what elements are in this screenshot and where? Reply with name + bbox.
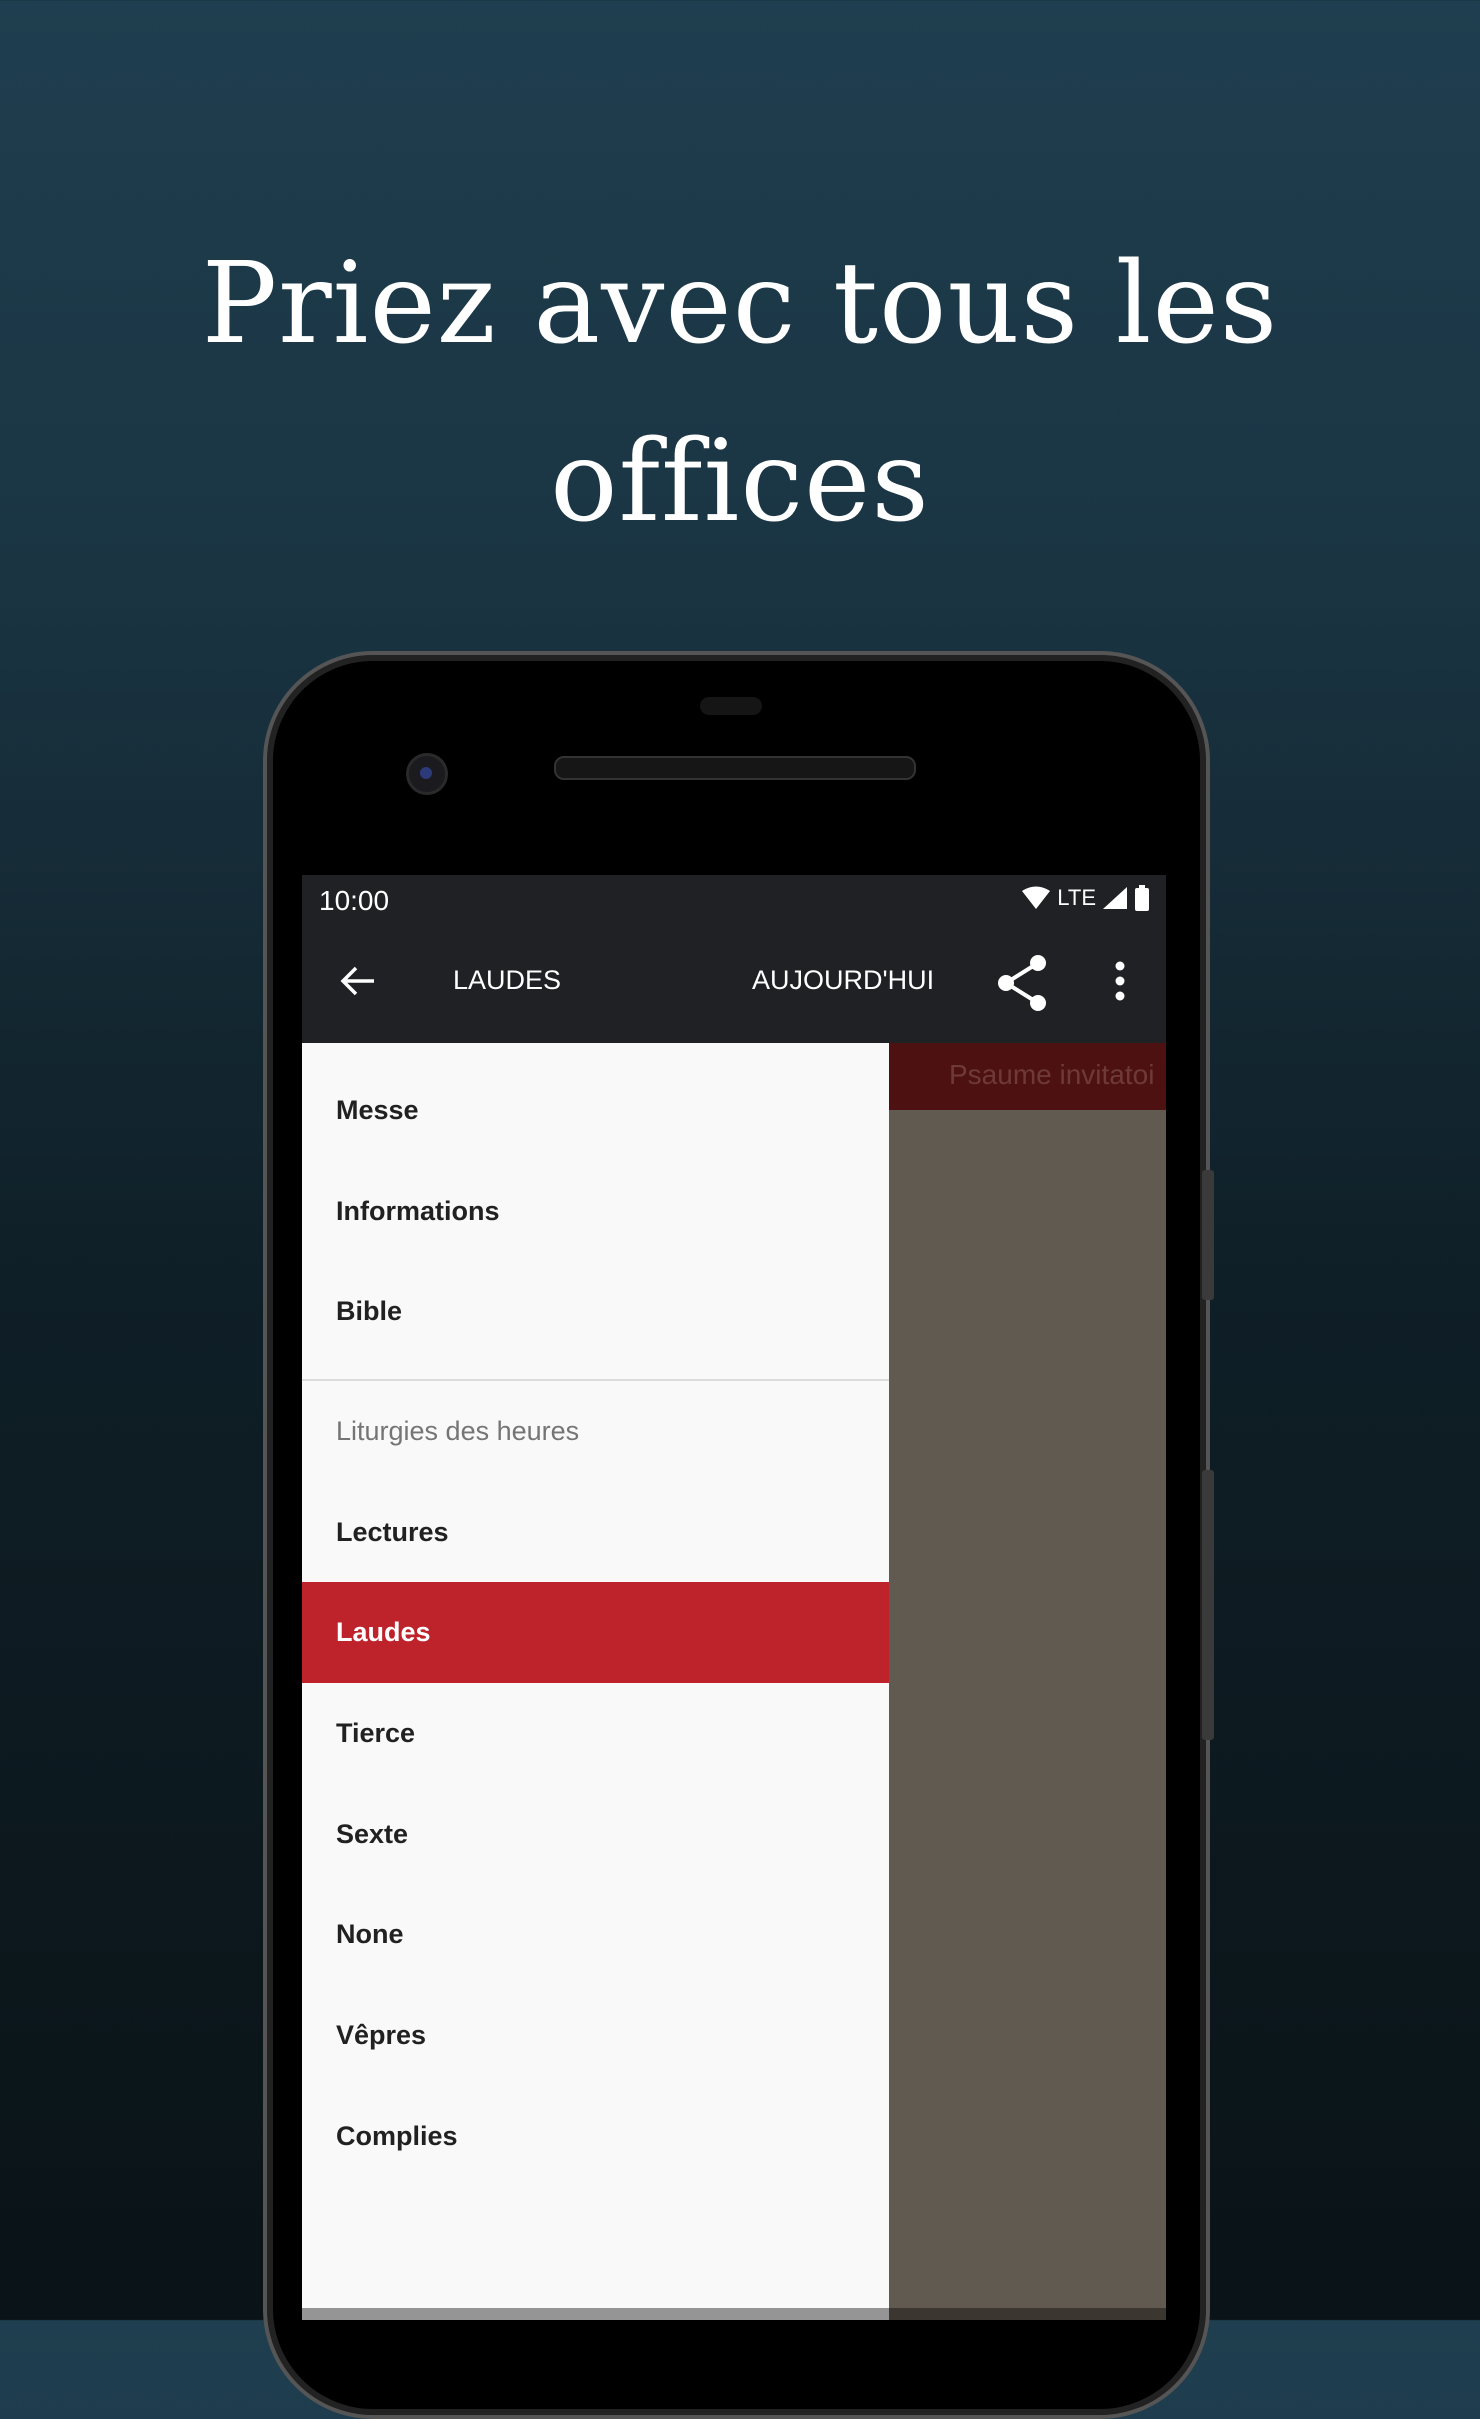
drawer-item-lectures[interactable]: Lectures (302, 1482, 889, 1583)
share-icon[interactable] (994, 953, 1050, 1013)
more-vert-icon[interactable] (1114, 961, 1126, 1001)
status-bar: 10:00 LTE (302, 875, 1166, 925)
drawer-item-label: Bible (336, 1296, 403, 1326)
navigation-bar (302, 2308, 1166, 2320)
headline-line-1: Priez avec tous les (201, 239, 1279, 369)
earpiece-speaker (554, 756, 916, 780)
drawer-item-laudes[interactable]: Laudes (302, 1582, 889, 1683)
headline: Priez avec tous les offices (0, 215, 1480, 571)
drawer-item-complies[interactable]: Complies (302, 2086, 889, 2187)
drawer-item-vepres[interactable]: Vêpres (302, 1985, 889, 2086)
drawer-item-none[interactable]: None (302, 1884, 889, 1985)
network-label: LTE (1057, 885, 1096, 910)
volume-button (1202, 1470, 1214, 1740)
toolbar-title: LAUDES (453, 965, 562, 995)
wifi-icon (1022, 886, 1051, 909)
today-button[interactable]: AUJOURD'HUI (752, 965, 934, 996)
signal-icon (1103, 887, 1127, 909)
navigation-drawer: Messe Informations Bible Liturgies des h… (302, 1043, 889, 2308)
drawer-item-label: Complies (336, 2121, 458, 2151)
headline-line-2: offices (550, 417, 930, 547)
front-camera-icon (406, 753, 448, 795)
content-section-header: Psaume invitatoi (889, 1043, 1166, 1110)
drawer-item-informations[interactable]: Informations (302, 1161, 889, 1262)
drawer-section-title: Liturgies des heures (302, 1381, 889, 1482)
drawer-item-label: Messe (336, 1095, 419, 1125)
phone-screen: 10:00 LTE LAUDES AUJOURD'HUI Psaume invi… (302, 875, 1166, 2320)
status-time: 10:00 (319, 885, 390, 916)
drawer-item-label: Tierce (336, 1718, 416, 1748)
drawer-item-bible[interactable]: Bible (302, 1261, 889, 1362)
drawer-item-label: Vêpres (336, 2020, 427, 2050)
navigation-bar-scrim (889, 2308, 1166, 2320)
drawer-item-messe[interactable]: Messe (302, 1060, 889, 1161)
sensor (700, 697, 762, 715)
section-title-text: Liturgies des heures (336, 1416, 580, 1446)
drawer-item-label: Lectures (336, 1517, 449, 1547)
battery-icon (1135, 885, 1149, 911)
back-arrow-icon[interactable] (338, 961, 378, 1001)
app-toolbar: LAUDES AUJOURD'HUI (302, 925, 1166, 1043)
power-button (1202, 1170, 1214, 1300)
drawer-item-sexte[interactable]: Sexte (302, 1784, 889, 1885)
drawer-item-label: Laudes (336, 1617, 431, 1647)
drawer-item-label: Informations (336, 1196, 500, 1226)
drawer-item-tierce[interactable]: Tierce (302, 1683, 889, 1784)
drawer-item-label: Sexte (336, 1819, 409, 1849)
content-header-text: Psaume invitatoi (949, 1059, 1155, 1090)
drawer-item-label: None (336, 1919, 404, 1949)
